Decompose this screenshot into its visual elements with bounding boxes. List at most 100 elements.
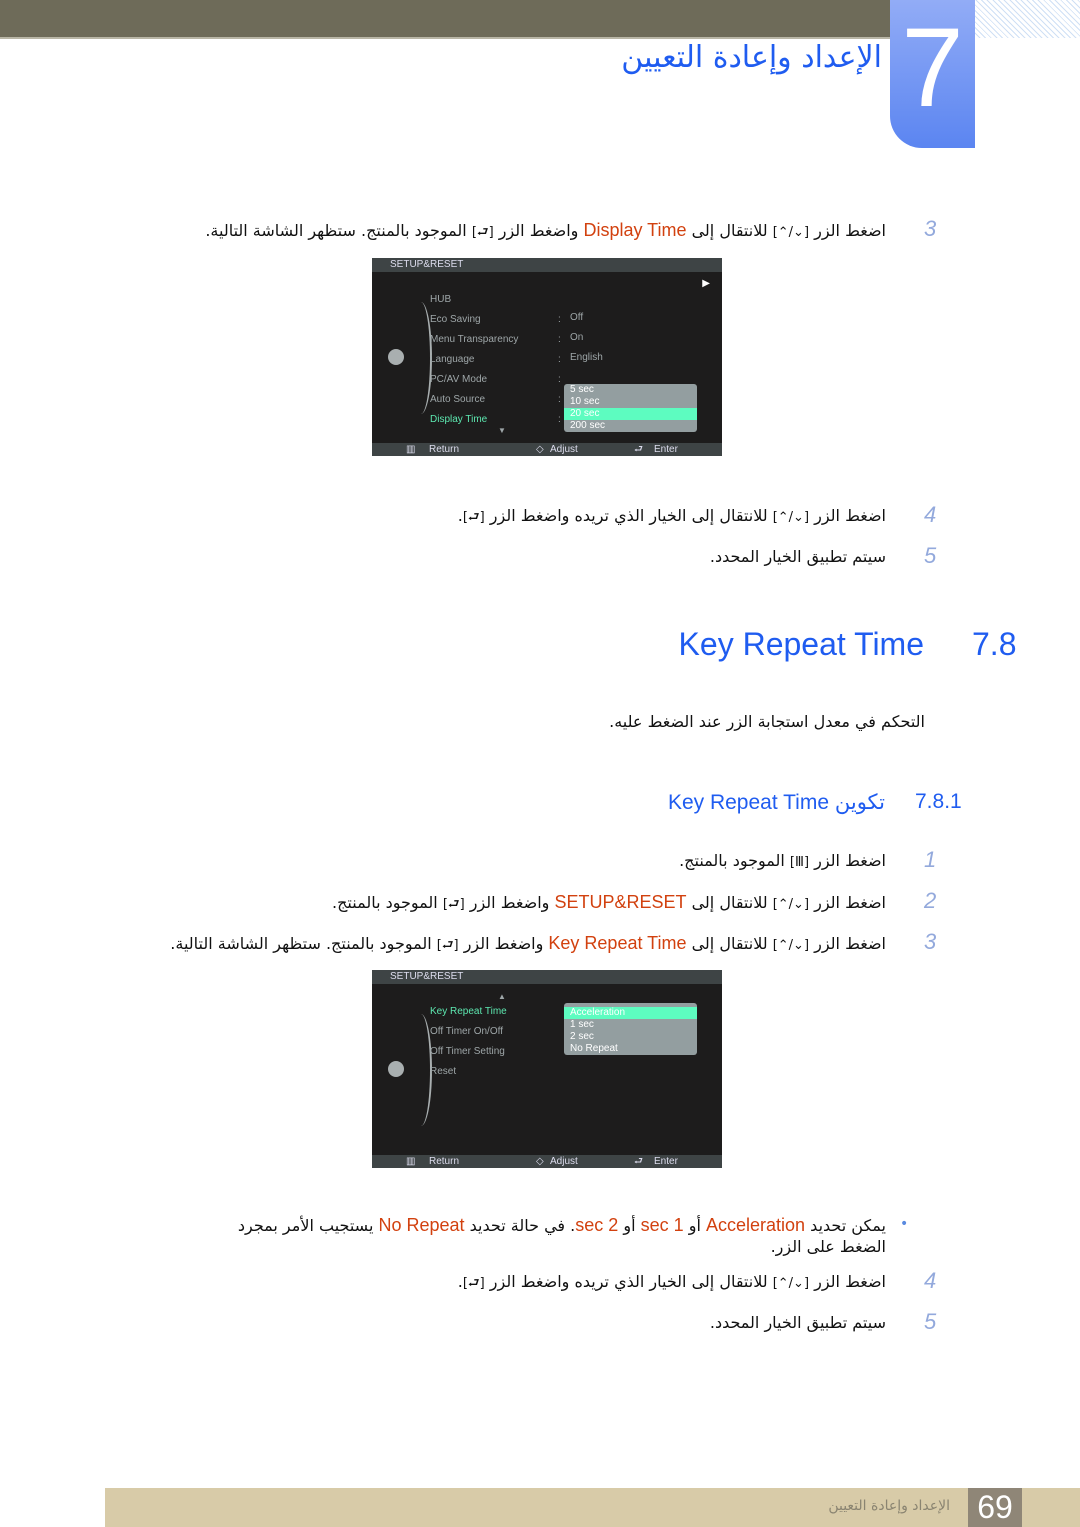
step-text: سيتم تطبيق الخيار المحدد. bbox=[710, 1313, 886, 1332]
option-item[interactable]: 1 sec bbox=[564, 1019, 697, 1031]
text: للانتقال إلى الخيار الذي تريده واضغط الز… bbox=[484, 506, 773, 525]
highlight-term: Display Time bbox=[583, 220, 687, 240]
option-item[interactable]: No Repeat bbox=[564, 1043, 697, 1055]
text: أو bbox=[618, 1216, 641, 1235]
section-description: التحكم في معدل استجابة الزر عند الضغط عل… bbox=[609, 712, 925, 731]
enter-icon: ⮐ bbox=[634, 1156, 643, 1167]
menu-item[interactable]: HUB bbox=[430, 294, 451, 305]
separator: : bbox=[558, 314, 561, 325]
option-item[interactable]: 5 sec bbox=[564, 384, 697, 396]
subsection-number: 7.8.1 bbox=[915, 790, 962, 813]
menu-item[interactable]: Display Time bbox=[430, 414, 487, 425]
step-number: 5 bbox=[924, 543, 937, 568]
menu-item[interactable]: Auto Source bbox=[430, 394, 485, 405]
up-arrow-icon: ▲ bbox=[498, 992, 506, 1001]
menu-item[interactable]: Key Repeat Time bbox=[430, 1006, 507, 1017]
text: يستجيب الأمر بمجرد bbox=[237, 1216, 379, 1235]
gear-icon bbox=[388, 1061, 404, 1077]
adjust-icon: ◇ bbox=[536, 1156, 544, 1167]
return-icon: ▥ bbox=[406, 1156, 416, 1167]
step-number: 4 bbox=[924, 502, 937, 527]
adjust-label: Adjust bbox=[550, 1156, 578, 1167]
option-item[interactable]: 10 sec bbox=[564, 396, 697, 408]
text: سيتم تطبيق الخيار المحدد. bbox=[709, 1313, 886, 1332]
return-label: Return bbox=[429, 444, 460, 455]
option-item[interactable]: 20 sec bbox=[564, 408, 697, 420]
menu-value: Off bbox=[570, 312, 584, 323]
osd-menu-display-time: SETUP&RESET ▶ HUB Eco Saving: Off Menu Tran… bbox=[372, 258, 722, 456]
enter-icon: ⮐ bbox=[634, 444, 643, 455]
page-number: 69 bbox=[968, 1488, 1022, 1527]
chapter-title: الإعداد وإعادة التعيين bbox=[621, 40, 882, 75]
text: للانتقال إلى الخيار الذي تريده واضغط الز… bbox=[484, 1272, 773, 1291]
right-arrow-icon: ▶ bbox=[702, 278, 710, 289]
menu-arc bbox=[410, 1014, 432, 1126]
adjust-icon: ◇ bbox=[536, 444, 544, 455]
note-line-2: الضغط على الزر. bbox=[770, 1237, 886, 1256]
highlight-term: Acceleration bbox=[706, 1215, 806, 1235]
menu-item[interactable]: Off Timer Setting bbox=[430, 1046, 505, 1057]
menu-item[interactable]: Off Timer On/Off bbox=[430, 1026, 503, 1037]
text: للانتقال إلى bbox=[686, 221, 773, 240]
step-number: 3 bbox=[924, 929, 937, 954]
text: اضغط الزر bbox=[809, 851, 886, 870]
down-arrow-icon: ▼ bbox=[498, 426, 506, 435]
step-text: سيتم تطبيق الخيار المحدد. bbox=[710, 547, 886, 566]
highlight-term: 2 sec bbox=[575, 1215, 619, 1235]
chapter-number-badge: 7 bbox=[890, 0, 975, 148]
osd-menu-key-repeat-time: SETUP&RESET ▲ Key Repeat Time Off Timer O… bbox=[372, 970, 722, 1168]
step-text: اضغط الزر [⌃/⌄] للانتقال إلى الخيار الذي… bbox=[458, 506, 886, 530]
step-text: اضغط الزر [Ⅲ] الموجود بالمنتج. bbox=[679, 851, 886, 870]
menu-item[interactable]: Language bbox=[430, 354, 475, 365]
options-dropdown[interactable]: 5 sec 10 sec 20 sec 200 sec bbox=[564, 384, 697, 432]
return-icon: ▥ bbox=[406, 444, 416, 455]
adjust-label: Adjust bbox=[550, 444, 578, 455]
separator: : bbox=[558, 414, 561, 425]
text: اضغط الزر bbox=[809, 1272, 886, 1291]
menu-item[interactable]: PC/AV Mode bbox=[430, 374, 487, 385]
step-number: 4 bbox=[924, 1268, 937, 1293]
text: اضغط الزر bbox=[809, 221, 886, 240]
step-text: اضغط الزر [⌃/⌄] للانتقال إلى الخيار الذي… bbox=[458, 1272, 886, 1296]
step-text: اضغط الزر [⌃/⌄] للانتقال إلى Key Repeat … bbox=[170, 933, 886, 958]
option-item[interactable]: 200 sec bbox=[564, 420, 697, 432]
up-down-icon: [⌃/⌄] bbox=[772, 225, 810, 240]
enter-icon: [⮐] bbox=[471, 225, 494, 240]
text: أو bbox=[683, 1216, 707, 1235]
menu-item[interactable]: Reset bbox=[430, 1066, 456, 1077]
up-down-icon: [⌃/⌄] bbox=[772, 938, 810, 953]
text: الموجود بالمنتج. bbox=[332, 893, 443, 912]
step-number: 1 bbox=[924, 847, 937, 872]
highlight-term: Key Repeat Time bbox=[548, 933, 687, 953]
enter-label: Enter bbox=[654, 444, 678, 455]
header-pattern bbox=[975, 0, 1080, 38]
footer-chapter-title: الإعداد وإعادة التعيين bbox=[828, 1498, 950, 1514]
subsection-title: تكوين Key Repeat Time bbox=[667, 791, 885, 814]
bullet-icon: • bbox=[900, 1216, 909, 1232]
menu-item[interactable]: Menu Transparency bbox=[430, 334, 518, 345]
enter-label: Enter bbox=[654, 1156, 678, 1167]
highlight-term: No Repeat bbox=[378, 1215, 465, 1235]
text: اضغط الزر bbox=[809, 506, 886, 525]
text: سيتم تطبيق الخيار المحدد. bbox=[709, 547, 886, 566]
text: للانتقال إلى bbox=[686, 934, 773, 953]
return-label: Return bbox=[429, 1156, 460, 1167]
menu-arc bbox=[410, 302, 432, 414]
text: الموجود بالمنتج. bbox=[679, 851, 790, 870]
text: يمكن تحديد bbox=[805, 1216, 886, 1235]
note-line: يمكن تحديد Acceleration أو 1 sec أو 2 se… bbox=[238, 1215, 886, 1236]
section-title: Key Repeat Time bbox=[678, 626, 924, 662]
up-down-icon: [⌃/⌄] bbox=[772, 1276, 810, 1291]
text: الموجود بالمنتج. ستظهر الشاشة التالية. bbox=[170, 934, 437, 953]
options-dropdown[interactable]: Acceleration 1 sec 2 sec No Repeat bbox=[564, 1003, 697, 1055]
separator: : bbox=[558, 374, 561, 385]
step-number: 2 bbox=[924, 888, 937, 913]
option-item[interactable]: 2 sec bbox=[564, 1031, 697, 1043]
separator: : bbox=[558, 334, 561, 345]
text: واضغط الزر bbox=[493, 221, 584, 240]
menu-item[interactable]: Eco Saving bbox=[430, 314, 481, 325]
separator: : bbox=[558, 394, 561, 405]
osd-title: SETUP&RESET bbox=[372, 258, 722, 272]
option-item[interactable]: Acceleration bbox=[564, 1007, 697, 1019]
top-bar bbox=[0, 0, 890, 39]
